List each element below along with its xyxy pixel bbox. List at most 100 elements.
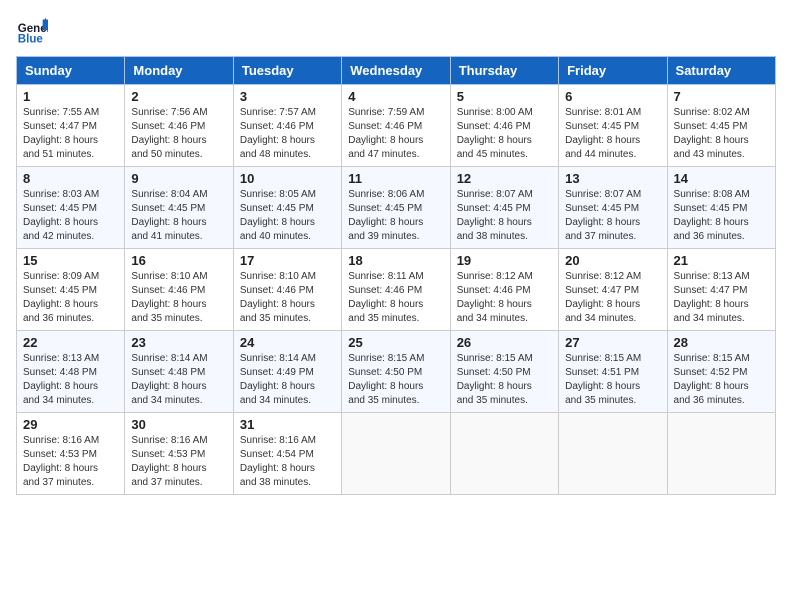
cell-content: Sunrise: 8:15 AM Sunset: 4:52 PM Dayligh… xyxy=(674,352,769,408)
calendar-cell: 17 Sunrise: 8:10 AM Sunset: 4:46 PM Dayli… xyxy=(233,249,341,331)
calendar-cell xyxy=(667,413,775,495)
cell-content: Sunrise: 8:13 AM Sunset: 4:48 PM Dayligh… xyxy=(23,352,118,408)
day-number: 16 xyxy=(131,253,226,268)
calendar-cell: 16 Sunrise: 8:10 AM Sunset: 4:46 PM Dayli… xyxy=(125,249,233,331)
cell-content: Sunrise: 8:11 AM Sunset: 4:46 PM Dayligh… xyxy=(348,270,443,326)
calendar-cell: 12 Sunrise: 8:07 AM Sunset: 4:45 PM Dayli… xyxy=(450,167,558,249)
day-number: 18 xyxy=(348,253,443,268)
calendar-cell: 4 Sunrise: 7:59 AM Sunset: 4:46 PM Daylig… xyxy=(342,85,450,167)
calendar-cell: 9 Sunrise: 8:04 AM Sunset: 4:45 PM Daylig… xyxy=(125,167,233,249)
day-number: 27 xyxy=(565,335,660,350)
calendar-week-row: 29 Sunrise: 8:16 AM Sunset: 4:53 PM Dayli… xyxy=(17,413,776,495)
day-number: 17 xyxy=(240,253,335,268)
day-number: 7 xyxy=(674,89,769,104)
calendar-cell: 3Sunrise: 7:57 AM Sunset: 4:46 PM Daylig… xyxy=(233,85,341,167)
calendar-cell: 30 Sunrise: 8:16 AM Sunset: 4:53 PM Dayli… xyxy=(125,413,233,495)
calendar-header-row: SundayMondayTuesdayWednesdayThursdayFrid… xyxy=(17,57,776,85)
day-number: 5 xyxy=(457,89,552,104)
day-number: 15 xyxy=(23,253,118,268)
calendar-cell: 19 Sunrise: 8:12 AM Sunset: 4:46 PM Dayli… xyxy=(450,249,558,331)
cell-content: Sunrise: 8:15 AM Sunset: 4:51 PM Dayligh… xyxy=(565,352,660,408)
calendar-cell: 25 Sunrise: 8:15 AM Sunset: 4:50 PM Dayli… xyxy=(342,331,450,413)
day-number: 12 xyxy=(457,171,552,186)
calendar-cell: 29Sunrise: 8:16 AM Sunset: 4:53 PM Dayli… xyxy=(17,413,125,495)
day-number: 4 xyxy=(348,89,443,104)
calendar-day-header: Tuesday xyxy=(233,57,341,85)
day-number: 30 xyxy=(131,417,226,432)
day-number: 13 xyxy=(565,171,660,186)
day-number: 11 xyxy=(348,171,443,186)
day-number: 25 xyxy=(348,335,443,350)
day-number: 14 xyxy=(674,171,769,186)
calendar-cell: 31 Sunrise: 8:16 AM Sunset: 4:54 PM Dayli… xyxy=(233,413,341,495)
day-number: 20 xyxy=(565,253,660,268)
calendar-cell: 14 Sunrise: 8:08 AM Sunset: 4:45 PM Dayli… xyxy=(667,167,775,249)
calendar-cell: 18 Sunrise: 8:11 AM Sunset: 4:46 PM Dayli… xyxy=(342,249,450,331)
cell-content: Sunrise: 8:03 AM Sunset: 4:45 PM Dayligh… xyxy=(23,188,118,244)
calendar-week-row: 22 Sunrise: 8:13 AM Sunset: 4:48 PM Dayli… xyxy=(17,331,776,413)
cell-content: Sunrise: 8:13 AM Sunset: 4:47 PM Dayligh… xyxy=(674,270,769,326)
cell-content: Sunrise: 8:02 AM Sunset: 4:45 PM Dayligh… xyxy=(674,106,769,162)
cell-content: Sunrise: 8:15 AM Sunset: 4:50 PM Dayligh… xyxy=(348,352,443,408)
calendar-cell: 15 Sunrise: 8:09 AM Sunset: 4:45 PM Dayli… xyxy=(17,249,125,331)
cell-content: Sunrise: 8:15 AM Sunset: 4:50 PM Dayligh… xyxy=(457,352,552,408)
calendar-cell: 13Sunrise: 8:07 AM Sunset: 4:45 PM Dayli… xyxy=(559,167,667,249)
day-number: 3 xyxy=(240,89,335,104)
calendar-cell: 5Sunrise: 8:00 AM Sunset: 4:46 PM Daylig… xyxy=(450,85,558,167)
page-header: General Blue xyxy=(16,16,776,48)
calendar-cell: 2 Sunrise: 7:56 AM Sunset: 4:46 PM Daylig… xyxy=(125,85,233,167)
cell-content: Sunrise: 8:10 AM Sunset: 4:46 PM Dayligh… xyxy=(131,270,226,326)
day-number: 9 xyxy=(131,171,226,186)
calendar-cell: 23Sunrise: 8:14 AM Sunset: 4:48 PM Dayli… xyxy=(125,331,233,413)
day-number: 2 xyxy=(131,89,226,104)
cell-content: Sunrise: 7:56 AM Sunset: 4:46 PM Dayligh… xyxy=(131,106,226,162)
cell-content: Sunrise: 8:05 AM Sunset: 4:45 PM Dayligh… xyxy=(240,188,335,244)
cell-content: Sunrise: 8:06 AM Sunset: 4:45 PM Dayligh… xyxy=(348,188,443,244)
cell-content: Sunrise: 8:01 AM Sunset: 4:45 PM Dayligh… xyxy=(565,106,660,162)
calendar-day-header: Thursday xyxy=(450,57,558,85)
day-number: 28 xyxy=(674,335,769,350)
cell-content: Sunrise: 8:04 AM Sunset: 4:45 PM Dayligh… xyxy=(131,188,226,244)
svg-text:Blue: Blue xyxy=(18,34,44,46)
cell-content: Sunrise: 8:12 AM Sunset: 4:46 PM Dayligh… xyxy=(457,270,552,326)
day-number: 22 xyxy=(23,335,118,350)
calendar-cell: 11 Sunrise: 8:06 AM Sunset: 4:45 PM Dayli… xyxy=(342,167,450,249)
calendar-table: SundayMondayTuesdayWednesdayThursdayFrid… xyxy=(16,56,776,495)
calendar-cell: 28 Sunrise: 8:15 AM Sunset: 4:52 PM Dayli… xyxy=(667,331,775,413)
day-number: 1 xyxy=(23,89,118,104)
calendar-cell: 22 Sunrise: 8:13 AM Sunset: 4:48 PM Dayli… xyxy=(17,331,125,413)
cell-content: Sunrise: 8:16 AM Sunset: 4:54 PM Dayligh… xyxy=(240,434,335,490)
day-number: 21 xyxy=(674,253,769,268)
cell-content: Sunrise: 8:10 AM Sunset: 4:46 PM Dayligh… xyxy=(240,270,335,326)
cell-content: Sunrise: 7:59 AM Sunset: 4:46 PM Dayligh… xyxy=(348,106,443,162)
cell-content: Sunrise: 8:08 AM Sunset: 4:45 PM Dayligh… xyxy=(674,188,769,244)
cell-content: Sunrise: 7:55 AM Sunset: 4:47 PM Dayligh… xyxy=(23,106,118,162)
cell-content: Sunrise: 8:07 AM Sunset: 4:45 PM Dayligh… xyxy=(457,188,552,244)
calendar-cell: 24Sunrise: 8:14 AM Sunset: 4:49 PM Dayli… xyxy=(233,331,341,413)
calendar-day-header: Monday xyxy=(125,57,233,85)
day-number: 6 xyxy=(565,89,660,104)
day-number: 23 xyxy=(131,335,226,350)
calendar-cell: 8Sunrise: 8:03 AM Sunset: 4:45 PM Daylig… xyxy=(17,167,125,249)
calendar-day-header: Friday xyxy=(559,57,667,85)
calendar-cell: 7 Sunrise: 8:02 AM Sunset: 4:45 PM Daylig… xyxy=(667,85,775,167)
calendar-cell xyxy=(450,413,558,495)
calendar-cell: 21 Sunrise: 8:13 AM Sunset: 4:47 PM Dayli… xyxy=(667,249,775,331)
calendar-body: 1 Sunrise: 7:55 AM Sunset: 4:47 PM Daylig… xyxy=(17,85,776,495)
day-number: 29 xyxy=(23,417,118,432)
calendar-week-row: 15 Sunrise: 8:09 AM Sunset: 4:45 PM Dayli… xyxy=(17,249,776,331)
cell-content: Sunrise: 8:16 AM Sunset: 4:53 PM Dayligh… xyxy=(131,434,226,490)
calendar-cell xyxy=(342,413,450,495)
cell-content: Sunrise: 8:14 AM Sunset: 4:49 PM Dayligh… xyxy=(240,352,335,408)
calendar-cell: 6 Sunrise: 8:01 AM Sunset: 4:45 PM Daylig… xyxy=(559,85,667,167)
day-number: 31 xyxy=(240,417,335,432)
calendar-day-header: Sunday xyxy=(17,57,125,85)
calendar-cell xyxy=(559,413,667,495)
cell-content: Sunrise: 8:12 AM Sunset: 4:47 PM Dayligh… xyxy=(565,270,660,326)
day-number: 10 xyxy=(240,171,335,186)
calendar-cell: 27 Sunrise: 8:15 AM Sunset: 4:51 PM Dayli… xyxy=(559,331,667,413)
calendar-week-row: 8Sunrise: 8:03 AM Sunset: 4:45 PM Daylig… xyxy=(17,167,776,249)
calendar-day-header: Wednesday xyxy=(342,57,450,85)
cell-content: Sunrise: 8:09 AM Sunset: 4:45 PM Dayligh… xyxy=(23,270,118,326)
day-number: 19 xyxy=(457,253,552,268)
